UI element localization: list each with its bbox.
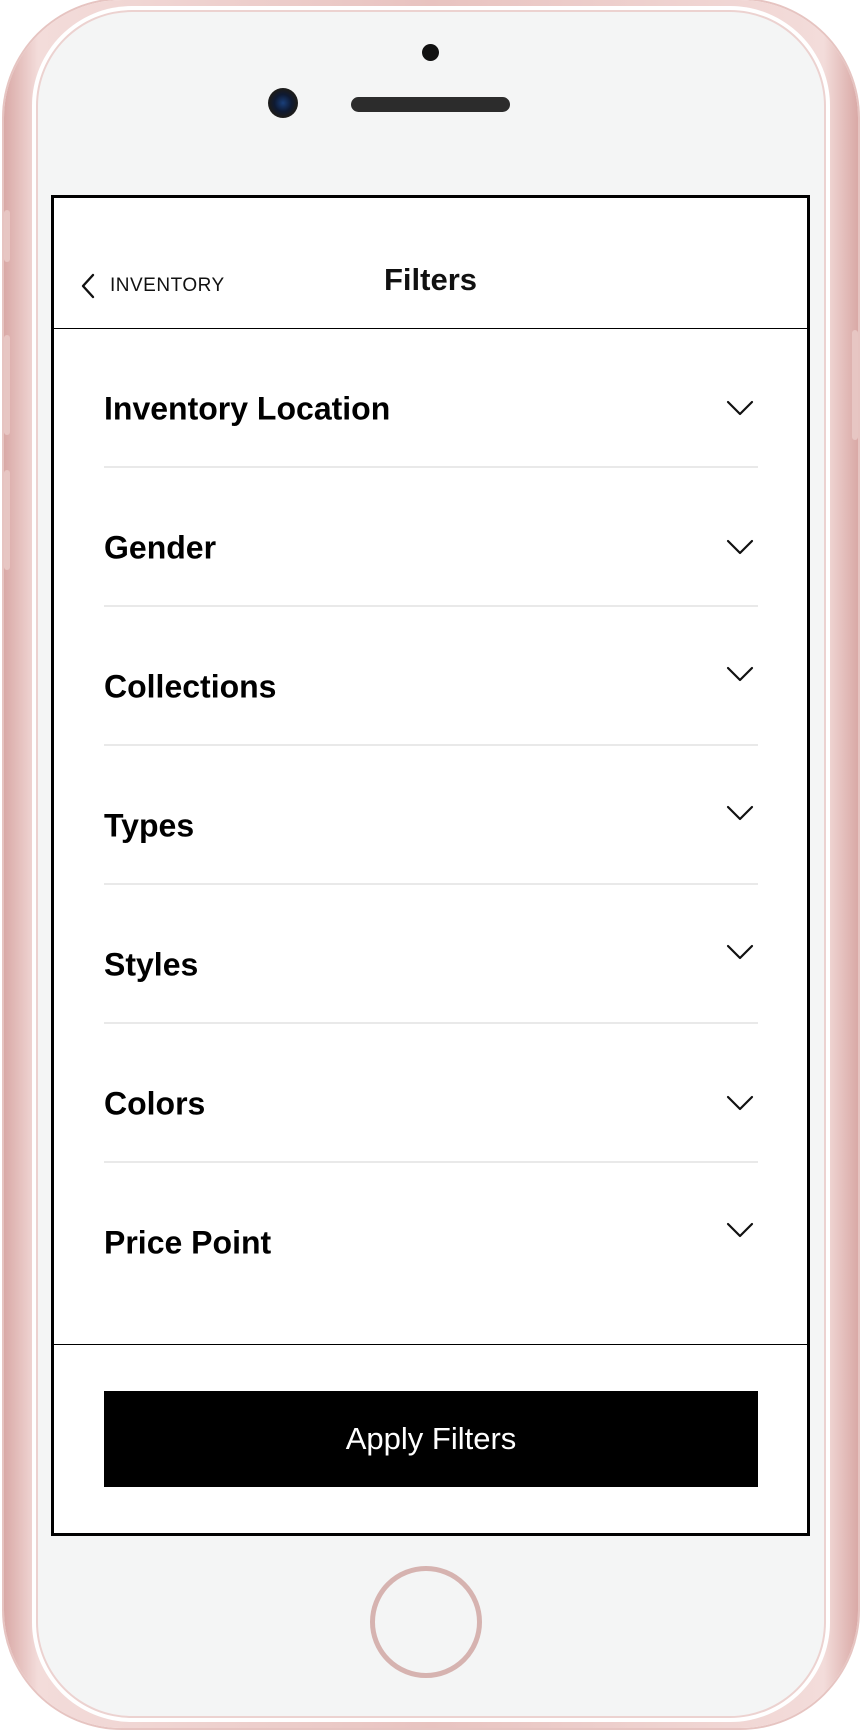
filter-label: Colors (104, 1085, 206, 1122)
apply-filters-button[interactable]: Apply Filters (104, 1391, 758, 1487)
filter-row-types[interactable]: Types (104, 746, 758, 885)
volume-up-button (4, 335, 10, 435)
chevron-down-icon (726, 1095, 754, 1111)
page-title: Filters (383, 262, 478, 297)
chevron-down-icon (726, 400, 754, 416)
filter-row-colors[interactable]: Colors (104, 1024, 758, 1163)
filter-row-price-point[interactable]: Price Point (104, 1163, 758, 1302)
filter-row-gender[interactable]: Gender (104, 468, 758, 607)
app-screen: INVENTORY Filters Inventory Location Gen… (51, 195, 810, 1536)
filter-row-inventory-location[interactable]: Inventory Location (104, 329, 758, 468)
filter-row-collections[interactable]: Collections (104, 607, 758, 746)
chevron-down-icon (726, 805, 754, 821)
filter-row-styles[interactable]: Styles (104, 885, 758, 1024)
power-button (852, 330, 858, 440)
front-camera-icon (268, 88, 298, 118)
filter-label: Gender (104, 529, 217, 566)
mute-switch (4, 210, 10, 262)
footer-bar: Apply Filters (54, 1344, 807, 1533)
proximity-sensor (422, 44, 439, 61)
volume-down-button (4, 470, 10, 570)
filter-label: Collections (104, 668, 277, 705)
home-button[interactable] (370, 1566, 482, 1678)
filter-list: Inventory Location Gender Collections Ty… (104, 329, 758, 1302)
chevron-down-icon (726, 539, 754, 555)
filter-label: Styles (104, 946, 199, 983)
earpiece-speaker (351, 97, 510, 112)
navigation-bar: INVENTORY Filters (54, 198, 807, 329)
filter-label: Types (104, 807, 195, 844)
chevron-down-icon (726, 1222, 754, 1238)
chevron-down-icon (726, 944, 754, 960)
filter-label: Inventory Location (104, 390, 391, 427)
filter-label: Price Point (104, 1224, 272, 1261)
chevron-down-icon (726, 666, 754, 682)
